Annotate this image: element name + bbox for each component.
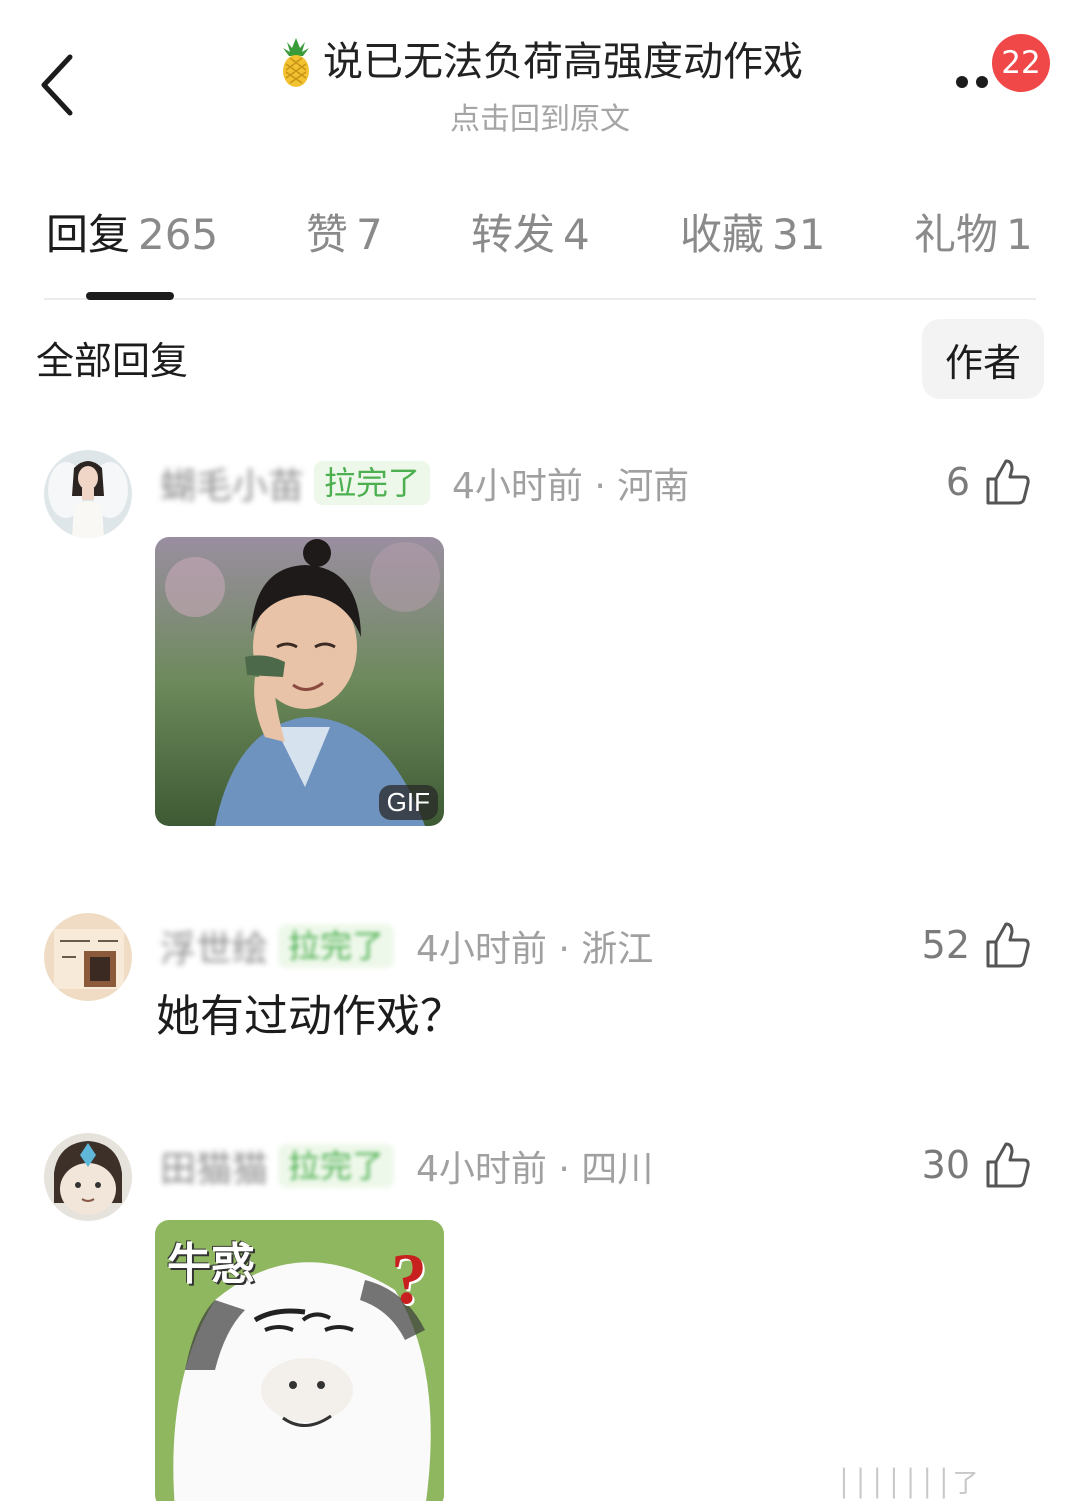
user-avatar-image: [44, 450, 132, 538]
tab-count: 7: [356, 210, 383, 259]
user-tag-badge: 拉完了: [278, 1144, 395, 1188]
user-avatar-image: [44, 913, 132, 1001]
tab-label: 回复: [46, 210, 131, 259]
avatar[interactable]: [44, 1133, 132, 1221]
user-tag-badge: 拉完了: [278, 924, 395, 968]
user-tag-badge: 拉完了: [314, 461, 431, 505]
more-menu-button[interactable]: [952, 70, 992, 94]
username[interactable]: 田猫猫: [160, 1140, 268, 1192]
gif-badge: GIF: [378, 785, 438, 820]
comment-text: 她有过动作戏？: [156, 991, 464, 1042]
comment-meta: 蝴毛小苗 拉完了 4小时前 · 河南: [160, 458, 689, 508]
question-mark-icon: ?: [391, 1239, 427, 1319]
meme-caption: 牛惑: [167, 1239, 255, 1290]
post-title-area[interactable]: 说已无法负荷高强度动作戏 点击回到原文: [200, 34, 880, 138]
tab-count: 1: [1006, 210, 1033, 259]
time-location: 4小时前 · 浙江: [416, 929, 654, 970]
username[interactable]: 浮世绘: [160, 920, 268, 972]
tab-label: 收藏: [680, 210, 765, 259]
author-filter-button[interactable]: 作者: [922, 319, 1044, 399]
like-count: 52: [921, 923, 970, 967]
pineapple-icon: [283, 38, 309, 87]
back-to-original-link[interactable]: 点击回到原文: [200, 94, 880, 138]
tab-count: 31: [772, 210, 826, 259]
tab-divider: [44, 298, 1036, 300]
watermark: │││││││了: [836, 1469, 980, 1499]
tab-favorites[interactable]: 收藏 31: [680, 205, 825, 265]
tab-bar: 回复 265 赞7 转发 4 收藏 31 礼物 1: [0, 205, 1080, 275]
comment-gif-image[interactable]: GIF: [155, 537, 444, 826]
tab-replies[interactable]: 回复 265: [46, 205, 218, 265]
chevron-left-icon: [41, 54, 73, 116]
active-tab-indicator: [86, 292, 174, 300]
tab-likes[interactable]: 赞7: [306, 205, 383, 265]
more-dot-icon: [976, 76, 988, 88]
more-dot-icon: [956, 76, 968, 88]
back-button[interactable]: [30, 45, 90, 125]
time-location: 4小时前 · 四川: [416, 1149, 654, 1190]
tab-label: 礼物: [914, 210, 999, 259]
thumbs-up-icon: [986, 922, 1030, 968]
like-button[interactable]: 52: [922, 917, 1032, 973]
like-count: 30: [921, 1143, 970, 1187]
comment-meta: 田猫猫 拉完了 4小时前 · 四川: [160, 1141, 653, 1191]
comment-meta: 浮世绘 拉完了 4小时前 · 浙江: [160, 921, 653, 971]
post-title: 说已无法负荷高强度动作戏: [323, 39, 803, 85]
gif-thumbnail: [155, 537, 444, 826]
tab-label: 赞: [306, 210, 349, 259]
tab-reposts[interactable]: 转发 4: [471, 205, 590, 265]
tab-gifts[interactable]: 礼物 1: [914, 205, 1033, 265]
tab-label: 转发: [471, 210, 556, 259]
like-button[interactable]: 30: [922, 1137, 1032, 1193]
avatar[interactable]: [44, 913, 132, 1001]
tab-count: 4: [563, 210, 590, 259]
time-location: 4小时前 · 河南: [452, 466, 690, 507]
comment-meme-image[interactable]: 牛惑 ?: [155, 1220, 444, 1501]
avatar[interactable]: [44, 450, 132, 538]
thumbs-up-icon: [986, 1142, 1030, 1188]
username[interactable]: 蝴毛小苗: [160, 457, 304, 509]
all-replies-heading: 全部回复: [36, 339, 189, 383]
user-avatar-image: [44, 1133, 132, 1221]
tab-count: 265: [138, 210, 219, 259]
notification-badge[interactable]: 22: [992, 34, 1050, 92]
thumbs-up-icon: [986, 459, 1030, 505]
like-count: 6: [945, 460, 970, 504]
like-button[interactable]: 6: [946, 454, 1032, 510]
top-bar: 说已无法负荷高强度动作戏 点击回到原文 22: [0, 0, 1080, 160]
